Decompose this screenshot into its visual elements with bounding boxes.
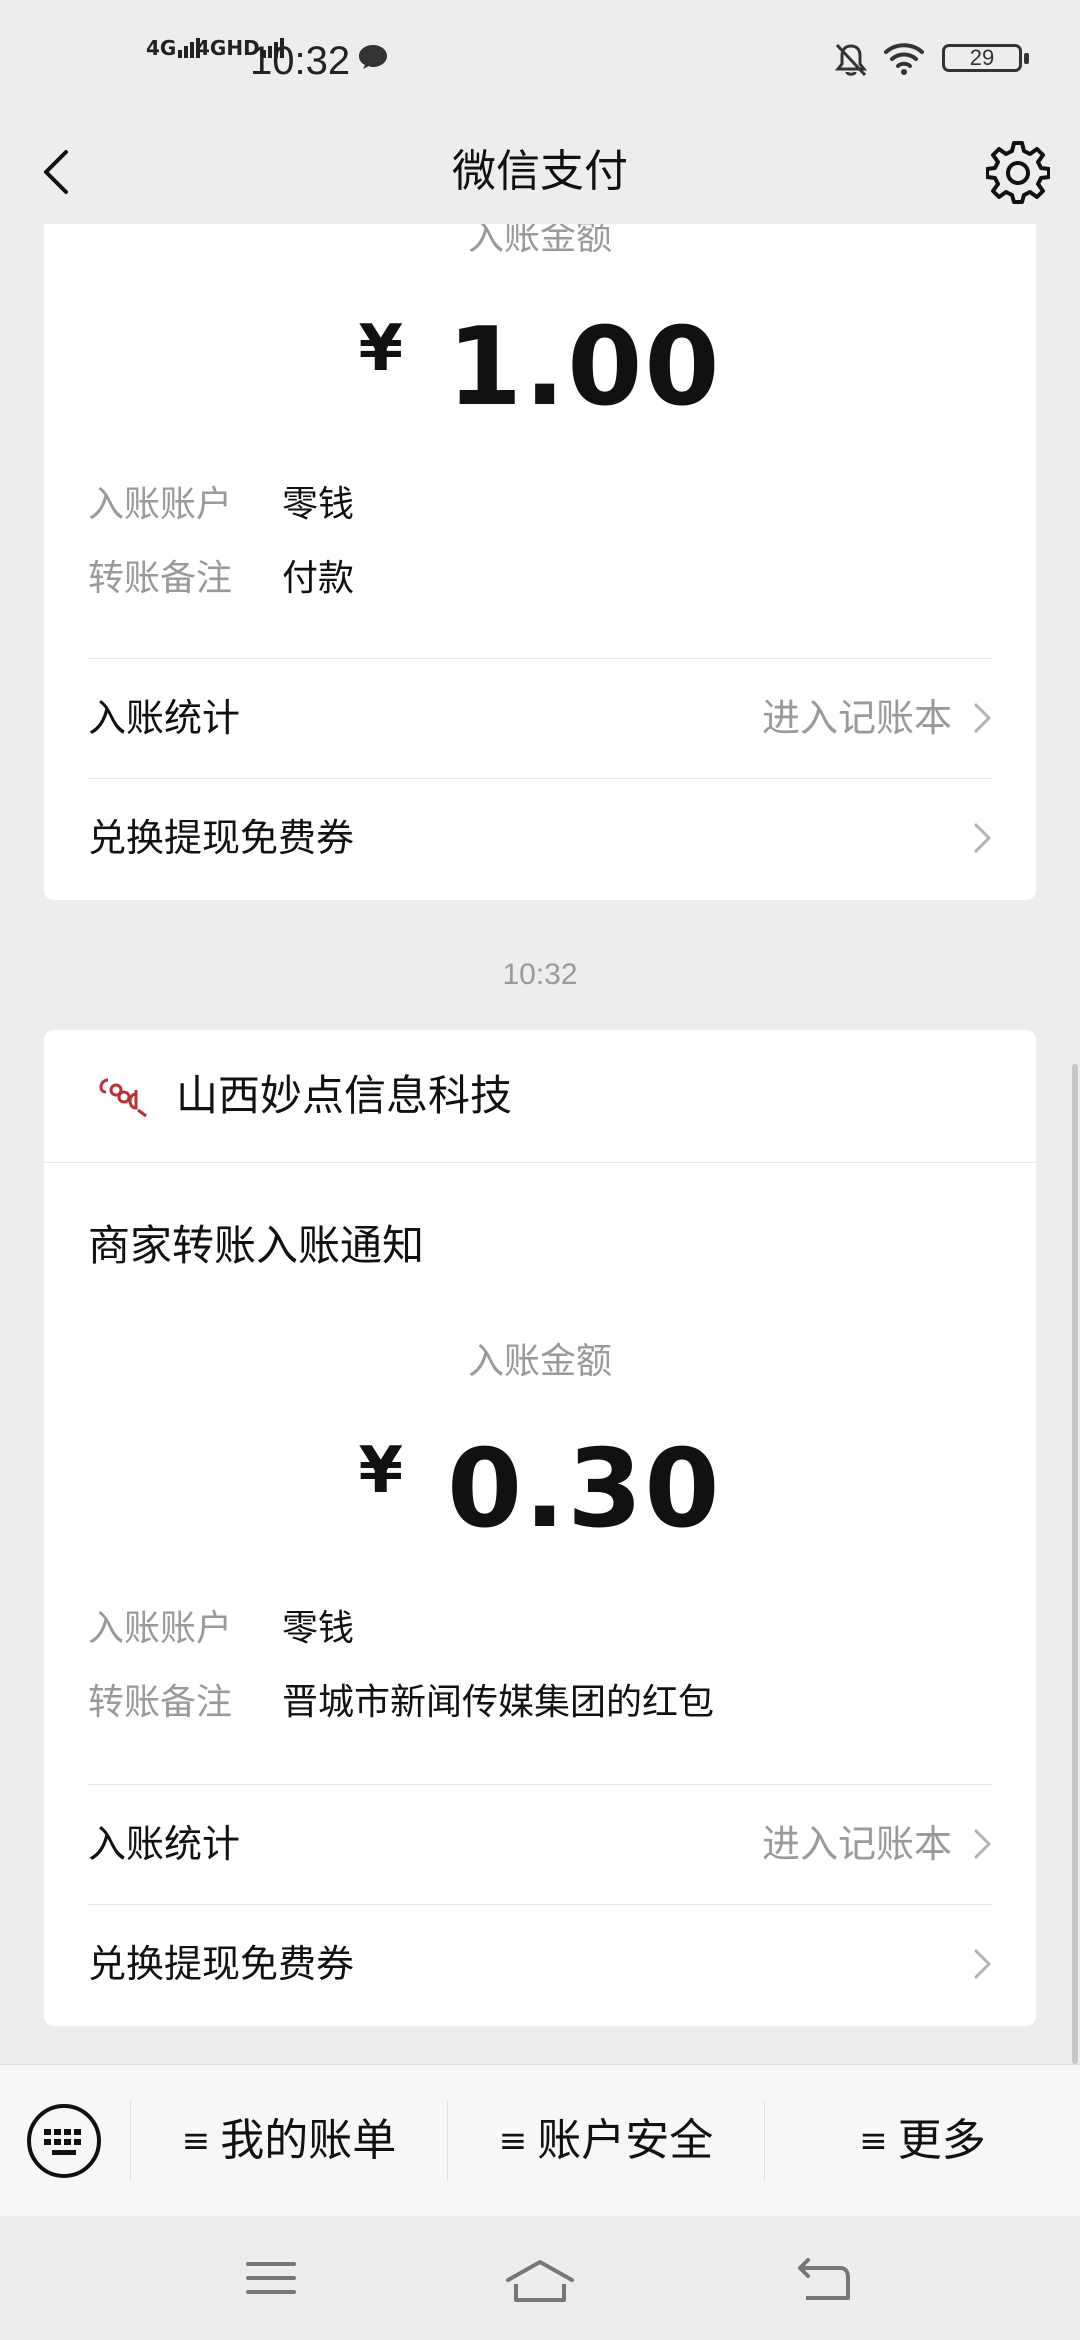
status-bar: 4G 4GHD 10:32 29 [0, 0, 1080, 120]
info-value: 零钱 [282, 484, 355, 525]
message-icon [359, 45, 387, 69]
chevron-right-icon [973, 822, 992, 854]
battery-icon: 29 [942, 44, 1030, 74]
message-timestamp: 10:32 [502, 958, 578, 991]
settings-icon[interactable] [986, 140, 1050, 204]
info-key: 转账备注 [88, 558, 233, 599]
info-row-account: 入账账户 零钱 [88, 480, 354, 530]
keyboard-icon[interactable] [26, 2103, 102, 2179]
system-nav-bar [0, 2216, 1080, 2340]
recent-apps-icon[interactable] [246, 2258, 296, 2298]
chevron-right-icon [973, 702, 992, 734]
menu-more[interactable]: ≡ 更多 [765, 2065, 1080, 2217]
info-key: 入账账户 [88, 1608, 233, 1649]
currency-symbol: ¥ [358, 1434, 404, 1508]
signal-icon: 4G [146, 38, 202, 58]
info-value: 晋城市新闻传媒集团的红包 [282, 1682, 715, 1723]
info-row-remark: 转账备注 晋城市新闻传媒集团的红包 [88, 1678, 714, 1728]
row-hint: 进入记账本 [761, 696, 952, 740]
amount-label: 入账金额 [467, 224, 612, 258]
menu-label: 更多 [897, 2115, 986, 2166]
menu-my-bills[interactable]: ≡ 我的账单 [131, 2065, 447, 2217]
transfer-card-1: 入账金额 ¥1.00 入账账户 零钱 转账备注 付款 入账统计 进入记账本 兑换提现… [44, 224, 1036, 900]
network-type-1: 4G [146, 36, 177, 60]
wifi-icon [884, 43, 924, 75]
transfer-card-2: 山西妙点信息科技 商家转账入账通知 入账金额 ¥0.30 入账账户 零钱 转账备注… [44, 1030, 1036, 2026]
amount: ¥0.30 [44, 1406, 1036, 1552]
mute-icon [834, 43, 868, 77]
nav-bar: 微信支付 [0, 120, 1080, 224]
info-row-account: 入账账户 零钱 [88, 1604, 354, 1654]
entry-stats-row[interactable]: 入账统计 进入记账本 [88, 659, 992, 777]
merchant-header[interactable]: 山西妙点信息科技 [44, 1030, 1036, 1163]
entry-stats-row[interactable]: 入账统计 进入记账本 [88, 1785, 992, 1903]
currency-symbol: ¥ [358, 312, 404, 386]
menu-icon: ≡ [498, 2121, 528, 2161]
back-nav-icon[interactable] [796, 2258, 852, 2302]
coupon-row[interactable]: 兑换提现免费券 [88, 1905, 992, 2023]
bottom-menu: ≡ 我的账单 ≡ 账户安全 ≡ 更多 [0, 2064, 1080, 2217]
menu-label: 账户安全 [537, 2115, 714, 2166]
page-title: 微信支付 [452, 146, 628, 197]
menu-icon: ≡ [859, 2121, 888, 2161]
info-value: 零钱 [282, 1608, 355, 1649]
scrollbar[interactable] [1072, 1064, 1078, 2064]
info-key: 入账账户 [88, 484, 233, 525]
info-key: 转账备注 [88, 1682, 233, 1723]
row-hint: 进入记账本 [761, 1822, 952, 1866]
coupon-row[interactable]: 兑换提现免费券 [88, 779, 992, 897]
amount-value: 0.30 [447, 1427, 722, 1552]
row-label: 入账统计 [88, 1822, 241, 1866]
row-label: 兑换提现免费券 [88, 816, 355, 860]
battery-level: 29 [969, 45, 995, 70]
menu-icon: ≡ [181, 2121, 211, 2161]
info-value: 付款 [282, 558, 355, 599]
home-icon[interactable] [504, 2258, 576, 2304]
status-time: 10:32 [250, 39, 351, 83]
chevron-right-icon [973, 1828, 992, 1860]
chevron-right-icon [973, 1948, 992, 1980]
merchant-logo [99, 1078, 147, 1118]
row-label: 兑换提现免费券 [88, 1942, 355, 1986]
info-row-remark: 转账备注 付款 [88, 554, 354, 604]
row-label: 入账统计 [88, 696, 241, 740]
menu-label: 我的账单 [220, 2115, 397, 2166]
merchant-name: 山西妙点信息科技 [176, 1071, 513, 1120]
amount: ¥1.00 [44, 284, 1036, 430]
amount-label: 入账金额 [467, 1341, 612, 1382]
amount-value: 1.00 [447, 305, 722, 430]
notice-title: 商家转账入账通知 [88, 1221, 425, 1270]
menu-account-security[interactable]: ≡ 账户安全 [448, 2065, 764, 2217]
